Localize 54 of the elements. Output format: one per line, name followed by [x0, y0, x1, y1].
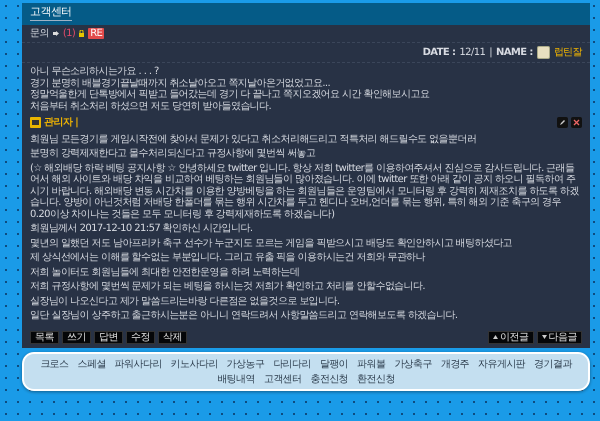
reply-paragraph: 회원님 모든경기를 게임시작전에 찾아서 문제가 있다고 취소처리해드리고 적특처리 해드릴수도 없을뿐더러	[30, 134, 478, 145]
menu-link[interactable]: 가상축구	[394, 356, 432, 370]
menu-link[interactable]: 파워볼	[357, 356, 386, 370]
triangle-icon	[493, 335, 498, 339]
board-button[interactable]: 삭제	[158, 330, 187, 344]
menu-link[interactable]: 크로스	[40, 356, 68, 370]
name-label: NAME :	[496, 46, 533, 58]
menu-link[interactable]: 달팽이	[320, 356, 348, 370]
reply-paragraph: 일단 실장님이 상주하고 출근하시는분은 아니니 연락드려서 사항말씀드리고 연락해보도록 하겠습니다.	[30, 310, 458, 322]
post-date: 12/11	[459, 46, 486, 58]
menu-link[interactable]: 개경주	[440, 356, 470, 370]
reply-paragraph: 저희 규정사항에 몇번씩 문제가 되는 베팅을 하시는것 저희가 확인하고 처리를 안할수없습니다.	[30, 281, 426, 292]
board-button[interactable]: 답변	[94, 330, 123, 344]
menu-link[interactable]: 환전신청	[357, 372, 395, 386]
inquiry-label: 문의	[30, 28, 49, 39]
admin-name: 관리자 |	[44, 117, 78, 128]
question-line: 처음부터 취소처리 하셨으면 저도 당연히 받아들였습니다.	[30, 100, 272, 112]
menu-link[interactable]: 경기결과	[534, 356, 572, 370]
admin-level-icon	[30, 117, 41, 128]
level-icon	[536, 46, 550, 59]
reply-paragraph: 분명히 강력제재한다고 몰수처리되신다고 규정사항에 몇번씩 써놓고	[30, 148, 316, 160]
reply-paragraph: 실장님이 나오신다고 제가 말씀드리는바랑 다른점은 없을것으로 보입니다.	[30, 296, 340, 307]
close-icon[interactable]	[571, 117, 582, 128]
pager-button[interactable]: 이전글	[488, 330, 534, 344]
page-title: 고객센터	[30, 6, 72, 20]
meta-separator: |	[489, 46, 492, 58]
reply-paragraph: 몇년의 일했던 저도 남아프리카 축구 선수가 누군지도 모르는 게임을 픽받으시고 배당도 확인안하시고 배팅하셨다고	[30, 238, 514, 249]
menu-link[interactable]: 배팅내역	[217, 372, 255, 386]
triangle-icon	[542, 335, 546, 339]
menu-link[interactable]: 충전신청	[310, 372, 348, 386]
author-name: 럽틴잘	[554, 46, 582, 58]
reply-count: (1)	[62, 28, 76, 39]
menu-link[interactable]: 가상농구	[226, 356, 264, 370]
menu-link[interactable]: 다리다리	[273, 356, 311, 370]
reply-paragraph: (☆ 해외배당 하락 베팅 공지사항 ☆ 안녕하세요 twitter 입니다. 항상 저희 twitter를 이용하여주셔서 진심으로 감사드립니다. 근래들어서 해외 사이트와 배당 차익을 비교하여 베팅하는 회원님들이 많아졌습니다. 이에 twitter 또한 아래 같이 공지 하오니 필독하여 주시기 바랍니다. 해외배당 변동 시간차를 이용한 양방베팅을 하는 회원님들은 운영팀에서 모니터링 후 강력히 제재조치를 하도록 하겠습니다. 양방이 아닌것처럼 저배당 한폴더를 묶는 행위 시간차를 두고 헨디나 오버,언더를 묶는 행위, 특히 해외 기준 축구의 경우 0.20이상 차이나는 것들은 모두 모니터링 후 강력제재하도록 하겠습니다)	[30, 162, 580, 220]
reply-paragraph: 저희 놀이터도 회원님들에 최대한 안전한운영을 하려 노력하는데	[30, 266, 300, 278]
pager-button[interactable]: 다음글	[536, 330, 582, 344]
board-button[interactable]: 수정	[126, 330, 155, 344]
edit-icon[interactable]	[557, 117, 568, 128]
date-label: DATE :	[422, 46, 456, 58]
menu-link[interactable]: 자유게시판	[478, 356, 526, 370]
board-button[interactable]: 목록	[30, 330, 59, 344]
question-line: 정말억울한게 단톡방에서 픽받고 들어갔는데 경기 다 끝나고 쪽지오겠어요 시간 확인해보시고요	[30, 89, 430, 100]
arrow-icon	[52, 30, 59, 36]
menu-link[interactable]: 고객센터	[264, 372, 302, 386]
question-line: 아니 무슨소리하시는가요 . . . ?	[30, 66, 160, 78]
menu-link[interactable]: 스페셜	[77, 356, 106, 370]
reply-paragraph: 회원님께서 2017-12-10 21:57 확인하신 시간입니다.	[30, 223, 254, 234]
menu-link[interactable]: 키노사다리	[170, 356, 218, 370]
board-button[interactable]: 쓰기	[62, 330, 91, 344]
question-line: 경기 분명히 배블경기끝날때까지 취소날아오고 쪽지날아온거없었고요...	[30, 78, 332, 89]
reply-paragraph: 제 상식선에서는 이해를 할수없는 부분입니다. 그리고 유출 픽을 이용하시는건 저희와 무관하나	[30, 252, 426, 264]
reply-badge: RE	[88, 28, 104, 39]
menu-link[interactable]: 파워사다리	[114, 356, 162, 370]
